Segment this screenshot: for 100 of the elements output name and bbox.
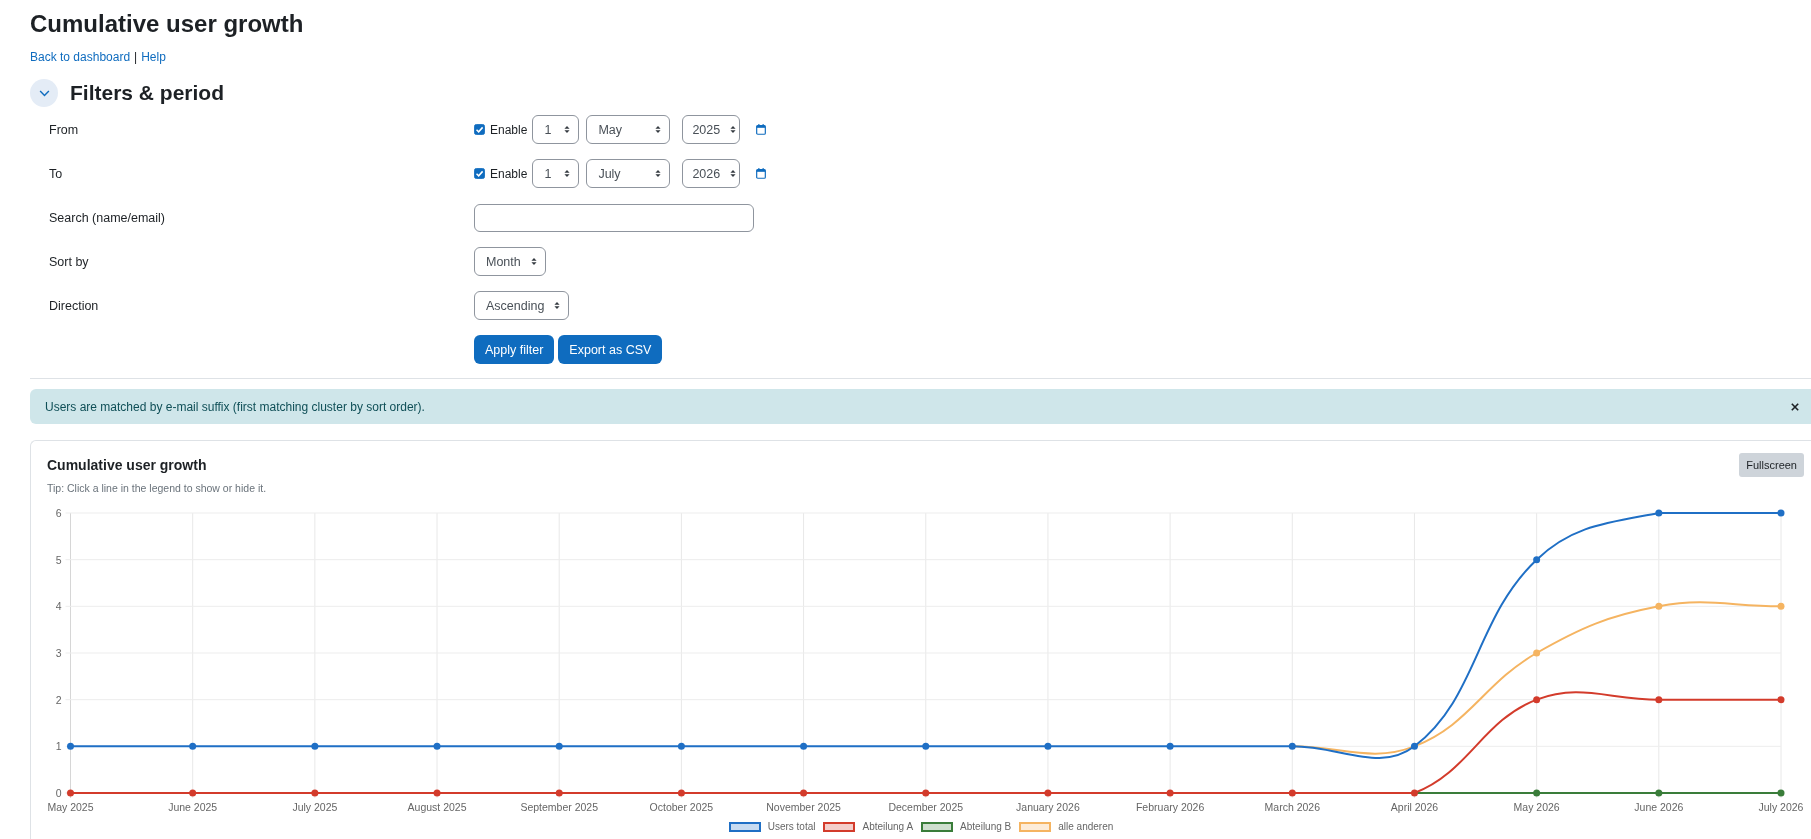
- updown-caret-icon: [564, 169, 571, 178]
- data-point[interactable]: [677, 742, 685, 750]
- x-tick-label: September 2025: [520, 801, 599, 813]
- legend-swatch-icon: [728, 822, 761, 832]
- legend-item[interactable]: Users total: [728, 821, 816, 833]
- data-point[interactable]: [433, 742, 441, 750]
- x-tick-label: March 2026: [1264, 801, 1320, 813]
- data-point[interactable]: [1166, 742, 1174, 750]
- data-point[interactable]: [1533, 696, 1541, 704]
- date-dropdown[interactable]: May: [586, 115, 671, 144]
- legend-swatch-icon: [921, 822, 954, 832]
- x-tick-label: May 2026: [1513, 801, 1560, 813]
- y-tick-label: 1: [55, 740, 62, 753]
- date-dropdown[interactable]: July: [586, 159, 671, 188]
- legend-item[interactable]: Abteilung B: [921, 821, 1012, 833]
- data-point[interactable]: [1166, 789, 1174, 797]
- alert-text: Users are matched by e-mail suffix (first matching cluster by sort order).: [45, 399, 425, 414]
- x-tick-label: June 2026: [1634, 801, 1684, 813]
- x-tick-label: June 2025: [168, 801, 218, 813]
- data-point[interactable]: [67, 742, 74, 750]
- data-point[interactable]: [67, 789, 74, 797]
- data-point[interactable]: [1044, 742, 1052, 750]
- text-link[interactable]: Back to dashboard: [30, 48, 131, 66]
- calendar-icon[interactable]: [756, 168, 767, 179]
- data-point[interactable]: [1777, 696, 1785, 704]
- data-point[interactable]: [1410, 789, 1418, 797]
- enable-checkbox[interactable]: [474, 168, 485, 179]
- data-point[interactable]: [189, 789, 197, 797]
- data-point[interactable]: [1777, 509, 1785, 517]
- updown-caret-icon: [730, 125, 737, 134]
- data-point[interactable]: [1655, 509, 1663, 517]
- x-tick-label: December 2025: [888, 801, 964, 813]
- enable-checkbox[interactable]: [474, 124, 485, 135]
- data-point[interactable]: [555, 789, 563, 797]
- data-point[interactable]: [800, 742, 808, 750]
- date-dropdown[interactable]: 2026: [682, 159, 741, 188]
- data-point[interactable]: [1288, 789, 1296, 797]
- form-button[interactable]: Export as CSV: [558, 335, 663, 364]
- date-dropdown[interactable]: 1: [532, 159, 580, 188]
- enable-label[interactable]: Enable: [490, 166, 528, 181]
- data-point[interactable]: [1288, 742, 1296, 750]
- data-point[interactable]: [555, 742, 563, 750]
- field-label: Search (name/email): [48, 210, 166, 225]
- data-point[interactable]: [1410, 742, 1418, 750]
- data-point[interactable]: [1044, 789, 1052, 797]
- dropdown-select[interactable]: Ascending: [474, 291, 570, 320]
- y-tick-label: 4: [55, 600, 62, 613]
- x-tick-label: January 2026: [1016, 801, 1080, 813]
- enable-label[interactable]: Enable: [490, 122, 528, 137]
- field-label: To: [48, 166, 64, 181]
- text-link[interactable]: Help: [141, 48, 166, 66]
- dropdown-select[interactable]: Month: [474, 247, 546, 276]
- data-point[interactable]: [1777, 789, 1785, 797]
- legend-item[interactable]: Abteilung A: [823, 821, 914, 833]
- x-tick-label: November 2025: [766, 801, 841, 813]
- legend-swatch-icon: [823, 822, 856, 832]
- page-title: Cumulative user growth: [30, 9, 304, 39]
- card-title: Cumulative user growth: [47, 457, 207, 473]
- date-dropdown[interactable]: 1: [532, 115, 580, 144]
- data-point[interactable]: [433, 789, 441, 797]
- data-point[interactable]: [189, 742, 197, 750]
- data-point[interactable]: [1533, 789, 1541, 797]
- link-separator: |: [134, 49, 138, 66]
- data-point[interactable]: [1655, 696, 1663, 704]
- data-point[interactable]: [1655, 789, 1663, 797]
- data-point[interactable]: [922, 789, 930, 797]
- data-point[interactable]: [311, 742, 319, 750]
- search-field[interactable]: [474, 203, 754, 232]
- fullscreen-button[interactable]: Fullscreen: [1739, 453, 1804, 477]
- data-point[interactable]: [1533, 556, 1541, 564]
- updown-caret-icon: [564, 125, 571, 134]
- date-dropdown[interactable]: 2025: [682, 115, 741, 144]
- collapse-toggle[interactable]: [30, 79, 58, 107]
- calendar-icon[interactable]: [756, 124, 767, 135]
- tip-text: Tip: Click a line in the legend to show or hide it.: [46, 481, 267, 495]
- close-icon[interactable]: [1791, 402, 1799, 411]
- y-tick-label: 5: [55, 553, 62, 566]
- updown-caret-icon: [530, 257, 537, 266]
- y-tick-label: 3: [55, 647, 62, 659]
- data-point[interactable]: [311, 789, 319, 797]
- x-tick-label: August 2025: [407, 801, 467, 813]
- field-label: From: [48, 122, 80, 137]
- x-tick-label: July 2025: [292, 801, 338, 813]
- field-label: Direction: [48, 298, 100, 313]
- x-tick-label: October 2025: [649, 801, 714, 813]
- chevron-down-icon: [38, 89, 50, 97]
- updown-caret-icon: [655, 125, 662, 134]
- form-button[interactable]: Apply filter: [474, 335, 555, 364]
- field-label: Sort by: [48, 254, 90, 269]
- y-tick-label: 6: [55, 507, 62, 519]
- data-point[interactable]: [922, 742, 930, 750]
- data-point[interactable]: [800, 789, 808, 797]
- section-heading: Filters & period: [70, 80, 225, 106]
- x-tick-label: July 2026: [1758, 801, 1804, 813]
- updown-caret-icon: [554, 301, 561, 310]
- updown-caret-icon: [655, 169, 662, 178]
- x-tick-label: April 2026: [1390, 801, 1439, 813]
- legend-item[interactable]: alle anderen: [1019, 821, 1114, 833]
- data-point[interactable]: [677, 789, 685, 797]
- x-tick-label: February 2026: [1135, 801, 1205, 813]
